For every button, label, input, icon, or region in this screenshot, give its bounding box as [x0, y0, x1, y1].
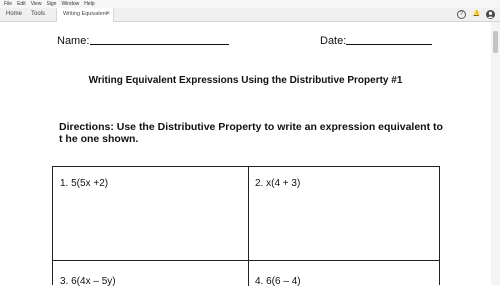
date-label: Date: — [320, 35, 347, 47]
worksheet-title: Writing Equivalent Expressions Using the… — [88, 75, 403, 86]
menu-window[interactable]: Window — [61, 0, 79, 8]
problem-3: 3. 6(4x – 5y) — [60, 276, 116, 287]
bell-icon[interactable]: 🔔 — [472, 10, 481, 19]
avatar[interactable] — [486, 10, 495, 19]
menu-edit[interactable]: Edit — [17, 0, 26, 8]
grid-divider-vertical — [248, 167, 249, 286]
scrollbar-thumb[interactable] — [493, 31, 498, 53]
menu-help[interactable]: Help — [84, 0, 94, 8]
tab-home[interactable]: Home — [6, 8, 22, 22]
name-blank-line — [90, 44, 229, 45]
menu-view[interactable]: View — [31, 0, 42, 8]
problem-grid: 1. 5(5x +2) 2. x(4 + 3) 3. 6(4x – 5y) 4.… — [52, 166, 440, 287]
directions-text: Directions: Use the Distributive Propert… — [59, 121, 443, 145]
tab-bar: Home Tools Writing Equivalent ... × — [0, 8, 500, 30]
menu-file[interactable]: File — [4, 0, 12, 8]
menu-bar: File Edit View Sign Window Help — [0, 0, 500, 8]
name-label: Name: — [57, 35, 90, 47]
problem-4: 4. 6(6 – 4) — [255, 276, 301, 287]
tab-document[interactable]: Writing Equivalent ... × — [56, 8, 114, 30]
date-blank-line — [346, 44, 432, 45]
close-icon[interactable]: × — [106, 8, 110, 21]
problem-2: 2. x(4 + 3) — [255, 178, 301, 189]
help-icon[interactable]: ? — [457, 10, 466, 19]
user-icon — [487, 11, 494, 18]
menu-sign[interactable]: Sign — [46, 0, 56, 8]
tab-tools[interactable]: Tools — [31, 8, 45, 22]
problem-1: 1. 5(5x +2) — [60, 178, 109, 189]
grid-divider-horizontal — [53, 260, 439, 261]
vertical-scrollbar[interactable] — [491, 22, 500, 285]
